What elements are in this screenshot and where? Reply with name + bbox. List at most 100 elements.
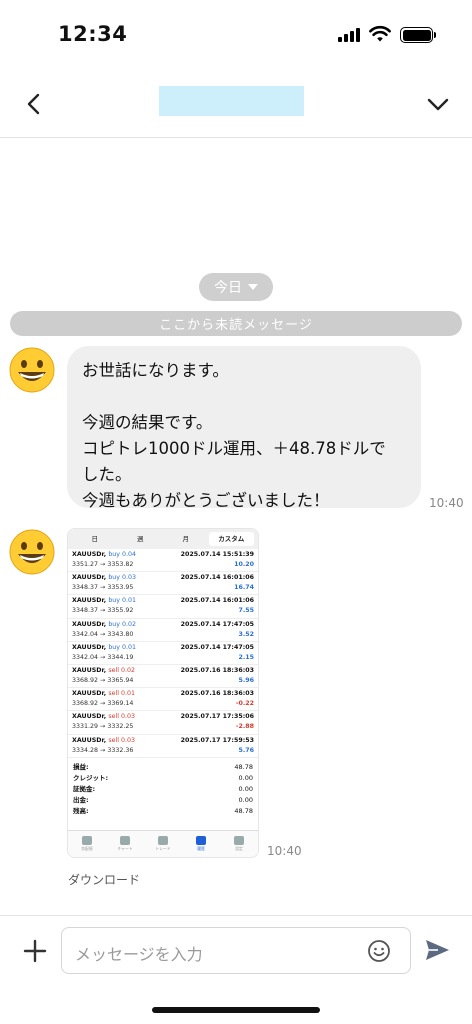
summary-row: 証拠金: 0.00 bbox=[73, 784, 253, 793]
deal-side: buy 0.01 bbox=[108, 643, 137, 651]
deal-datetime: 2025.07.14 17:47:05 bbox=[180, 620, 254, 628]
message-line: した。 bbox=[82, 465, 132, 484]
deal-row: XAUUSDr, sell 0.03 2025.07.17 17:35:06 333… bbox=[68, 711, 258, 735]
deal-datetime: 2025.07.14 17:47:05 bbox=[180, 643, 254, 651]
deal-side: sell 0.03 bbox=[108, 736, 135, 744]
quotes-icon bbox=[82, 836, 92, 845]
battery-icon bbox=[400, 27, 436, 43]
deal-side: buy 0.02 bbox=[108, 620, 137, 628]
message-input-placeholder: メッセージを入力 bbox=[75, 945, 203, 964]
message-input[interactable]: メッセージを入力 bbox=[61, 927, 411, 974]
message-timestamp: 10:40 bbox=[429, 496, 464, 510]
nav-quotes: 気配値 bbox=[68, 831, 106, 857]
deal-row: XAUUSDr, buy 0.02 2025.07.14 17:47:05 3342… bbox=[68, 619, 258, 642]
deal-profit: 7.55 bbox=[238, 607, 254, 615]
deal-profit: 16.74 bbox=[234, 584, 254, 592]
status-time: 12:34 bbox=[58, 22, 128, 46]
account-summary: 損益: 48.78 クレジット: 0.00 証拠金: 0.00 出金: 0.00 残高:… bbox=[68, 758, 258, 821]
deal-symbol: XAUUSDr, sell 0.03 bbox=[72, 736, 135, 744]
app-bottom-nav: 気配値 チャート トレード 履歴 設定 bbox=[68, 830, 258, 857]
image-message-trade-history[interactable]: 日 週 月 カスタム XAUUSDr, buy 0.04 2025.07.14 1… bbox=[67, 528, 259, 858]
deal-symbol: XAUUSDr, buy 0.01 bbox=[72, 597, 137, 605]
wifi-icon bbox=[369, 25, 391, 42]
deal-prices: 3331.29 → 3332.25 bbox=[72, 723, 134, 731]
deal-prices: 3334.28 → 3332.36 bbox=[72, 746, 134, 754]
summary-row: 損益: 48.78 bbox=[73, 762, 253, 771]
deal-profit: 5.76 bbox=[238, 746, 254, 754]
deal-symbol: XAUUSDr, sell 0.02 bbox=[72, 666, 135, 674]
deal-prices: 3351.27 → 3353.82 bbox=[72, 561, 134, 568]
deal-side: sell 0.01 bbox=[108, 690, 135, 698]
message-line: お世話になります。 bbox=[82, 361, 229, 380]
summary-row: 出金: 0.00 bbox=[73, 795, 253, 804]
deal-row: XAUUSDr, sell 0.01 2025.07.16 18:36:03 336… bbox=[68, 688, 258, 712]
status-bar: 12:34 bbox=[0, 0, 472, 70]
deal-profit: -2.88 bbox=[235, 723, 254, 731]
deal-side: buy 0.03 bbox=[108, 574, 137, 582]
deal-side: sell 0.02 bbox=[108, 666, 135, 674]
nav-chart: チャート bbox=[106, 831, 144, 857]
deal-prices: 3342.04 → 3343.80 bbox=[72, 630, 134, 638]
deal-datetime: 2025.07.17 17:35:06 bbox=[180, 713, 254, 721]
deal-symbol: XAUUSDr, buy 0.02 bbox=[72, 620, 137, 628]
tab-month: 月 bbox=[182, 535, 190, 543]
emoji-icon[interactable] bbox=[367, 939, 391, 963]
deal-datetime: 2025.07.16 18:36:03 bbox=[180, 666, 254, 674]
send-icon[interactable] bbox=[423, 937, 451, 963]
grinning-face-avatar-icon[interactable] bbox=[8, 528, 56, 576]
grinning-face-avatar-icon[interactable] bbox=[8, 346, 56, 394]
deal-prices: 3348.37 → 3353.95 bbox=[72, 584, 134, 592]
deal-side: buy 0.04 bbox=[108, 551, 137, 558]
deal-profit: -0.22 bbox=[235, 700, 254, 708]
deal-profit: 10.20 bbox=[234, 561, 254, 568]
deal-datetime: 2025.07.17 17:59:53 bbox=[180, 736, 254, 744]
deal-prices: 3368.92 → 3369.14 bbox=[72, 700, 134, 708]
date-label: 今日 bbox=[214, 280, 242, 296]
nav-history: 履歴 bbox=[182, 831, 220, 857]
back-arrow-icon[interactable] bbox=[22, 88, 46, 120]
deal-prices: 3368.92 → 3365.94 bbox=[72, 676, 134, 684]
message-line: 今週の結果です。 bbox=[82, 413, 213, 432]
chat-area[interactable]: 今日 ここから未読メッセージ お世話になります。 今週の結果です。 コピトレ10… bbox=[0, 139, 472, 915]
summary-row: 残高: 48.78 bbox=[73, 806, 253, 815]
deal-profit: 3.52 bbox=[238, 630, 254, 638]
deal-datetime: 2025.07.14 16:01:06 bbox=[180, 574, 254, 582]
deal-row: XAUUSDr, sell 0.03 2025.07.17 17:59:53 333… bbox=[68, 735, 258, 758]
deal-datetime: 2025.07.16 18:36:03 bbox=[180, 690, 254, 698]
chat-title-redacted bbox=[159, 86, 304, 116]
date-selector[interactable]: 今日 bbox=[199, 273, 273, 301]
candlestick-icon bbox=[120, 836, 130, 845]
unread-divider: ここから未読メッセージ bbox=[10, 311, 462, 336]
home-indicator[interactable] bbox=[152, 1007, 320, 1013]
deal-row: XAUUSDr, buy 0.04 2025.07.14 15:51:39 3351… bbox=[68, 549, 258, 573]
deal-symbol: XAUUSDr, sell 0.03 bbox=[72, 713, 135, 721]
deal-list: XAUUSDr, buy 0.04 2025.07.14 15:51:39 3351… bbox=[68, 549, 258, 758]
plus-icon[interactable] bbox=[22, 938, 48, 964]
tab-week: 週 bbox=[137, 535, 144, 543]
deal-profit: 2.15 bbox=[238, 653, 254, 661]
message-line: 今週もありがとうございました！ bbox=[82, 491, 330, 510]
deal-datetime: 2025.07.14 15:51:39 bbox=[180, 551, 254, 558]
deal-row: XAUUSDr, sell 0.02 2025.07.16 18:36:03 336… bbox=[68, 665, 258, 689]
deal-row: XAUUSDr, buy 0.03 2025.07.14 16:01:06 3348… bbox=[68, 572, 258, 596]
deal-datetime: 2025.07.14 16:01:06 bbox=[180, 597, 254, 605]
chevron-down-icon[interactable] bbox=[424, 92, 452, 116]
download-link[interactable]: ダウンロード bbox=[68, 871, 140, 888]
deal-profit: 5.96 bbox=[238, 676, 254, 684]
message-bubble[interactable]: お世話になります。 今週の結果です。 コピトレ1000ドル運用、＋48.78ドル… bbox=[67, 346, 421, 510]
deal-symbol: XAUUSDr, sell 0.01 bbox=[72, 690, 135, 698]
deal-row: XAUUSDr, buy 0.01 2025.07.14 17:47:05 3342… bbox=[68, 642, 258, 665]
nav-trade: トレード bbox=[144, 831, 182, 857]
inbox-icon bbox=[196, 836, 206, 845]
summary-row: クレジット: 0.00 bbox=[73, 773, 253, 782]
caret-down-icon bbox=[248, 284, 258, 290]
nav-settings: 設定 bbox=[220, 831, 258, 857]
deal-prices: 3342.04 → 3344.19 bbox=[72, 653, 134, 661]
deal-symbol: XAUUSDr, buy 0.01 bbox=[72, 643, 137, 651]
period-tabs: 日 週 月 カスタム bbox=[68, 529, 258, 549]
chat-header bbox=[0, 70, 472, 138]
trend-icon bbox=[158, 836, 168, 845]
message-line bbox=[82, 384, 406, 410]
gear-icon bbox=[234, 836, 244, 845]
tab-custom: カスタム bbox=[208, 532, 254, 546]
